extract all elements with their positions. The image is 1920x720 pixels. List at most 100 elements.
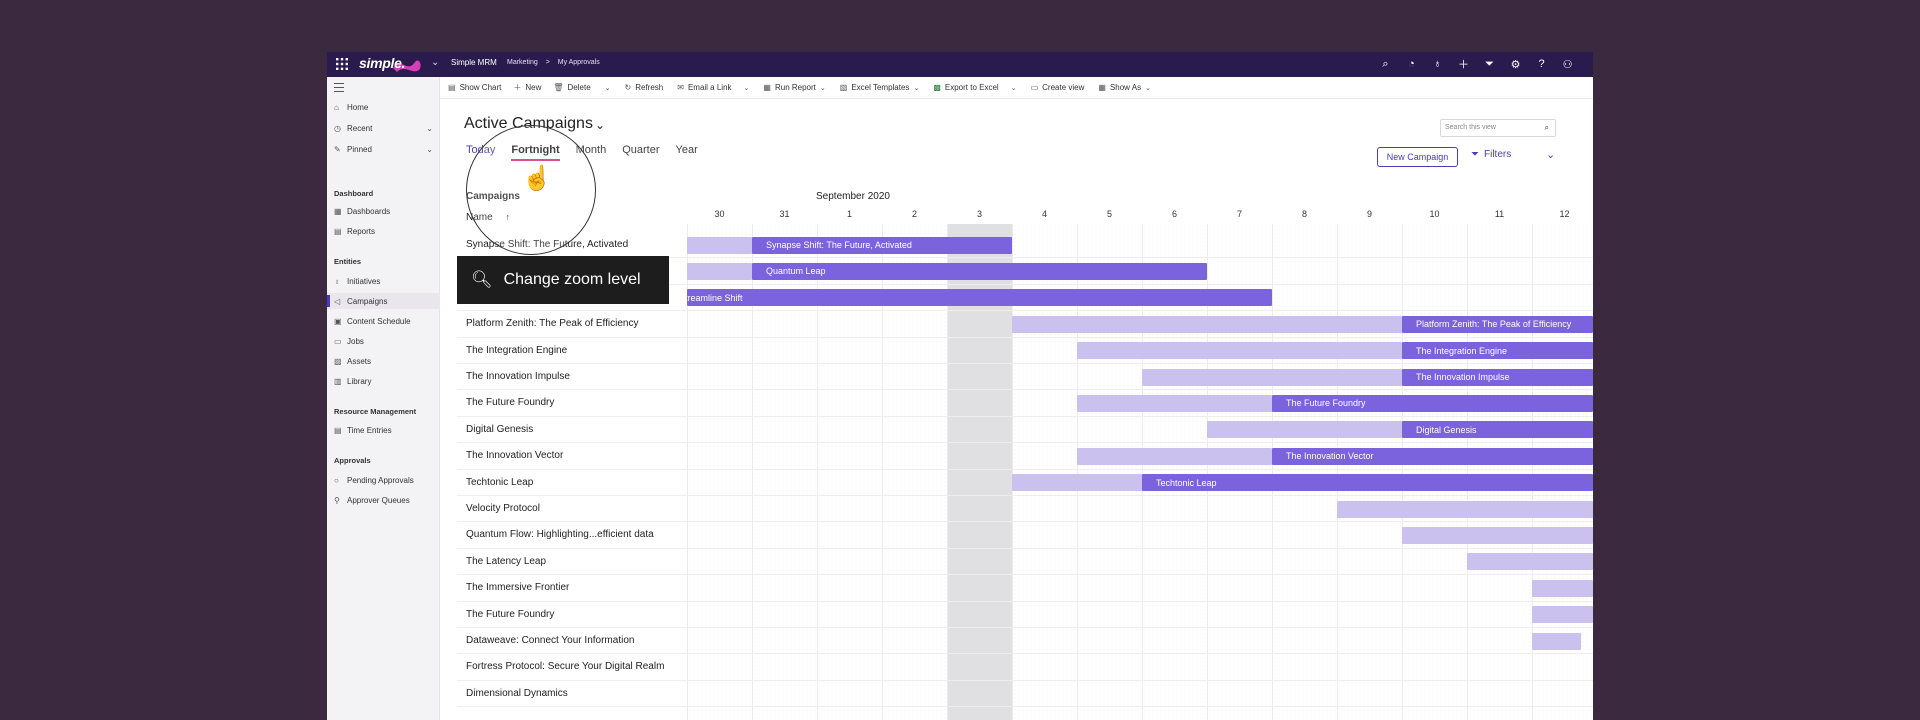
campaign-name[interactable]: The Future Foundry <box>466 609 554 620</box>
gantt-bar-planned[interactable] <box>1402 526 1593 544</box>
button-label: Create view <box>1042 83 1085 92</box>
gantt-bar-planned[interactable] <box>1532 632 1581 650</box>
run-report-button[interactable]: ▦ Run Report ⌄ <box>763 83 825 92</box>
table-row[interactable] <box>457 681 1593 708</box>
nav-item-pinned[interactable]: ✎ Pinned ⌄ <box>327 141 440 157</box>
breadcrumb-item[interactable]: Marketing <box>507 59 538 66</box>
nav-item-time-entries[interactable]: ▤ Time Entries <box>327 422 440 438</box>
search-icon[interactable]: ⌕ <box>1378 56 1393 72</box>
show-chart-button[interactable]: ▤ Show Chart <box>448 83 501 92</box>
gantt-bar-active[interactable]: Synapse Shift: The Future, Activated <box>752 236 1012 254</box>
gantt-bar-active[interactable]: The Innovation Vector <box>1272 447 1593 465</box>
gantt-bar-active[interactable]: Quantum Leap <box>752 262 1207 280</box>
filter-icon[interactable]: ⏷ <box>1482 56 1497 72</box>
tab-year[interactable]: Year <box>676 144 698 161</box>
table-row[interactable] <box>457 602 1593 628</box>
gantt-bar-planned[interactable] <box>1337 500 1593 518</box>
filters-button[interactable]: ⏷ Filters <box>1471 149 1511 160</box>
gantt-bar-label: Techtonic Leap <box>1156 477 1217 488</box>
campaign-name[interactable]: Platform Zenith: The Peak of Efficiency <box>466 318 639 329</box>
plus-icon[interactable]: ＋ <box>1456 56 1471 72</box>
campaign-name[interactable]: Quantum Flow: Highlighting...efficient d… <box>466 529 654 540</box>
campaign-name[interactable]: The Innovation Impulse <box>466 371 570 382</box>
nav-item-dashboards[interactable]: ▦ Dashboards <box>327 203 440 219</box>
campaign-name[interactable]: The Immersive Frontier <box>466 582 569 593</box>
table-row[interactable] <box>457 549 1593 576</box>
gantt-bar-planned[interactable] <box>687 236 752 254</box>
gantt-bar-planned[interactable] <box>1532 606 1593 624</box>
gantt-bar-planned[interactable] <box>1077 342 1402 360</box>
nav-item-approver-queues[interactable]: ⚲ Approver Queues <box>327 492 440 508</box>
chevron-down-icon[interactable]: ⌄ <box>426 145 433 154</box>
campaign-name[interactable]: The Latency Leap <box>466 556 546 567</box>
gantt-bar-planned[interactable] <box>1532 579 1593 597</box>
gantt-bar-planned[interactable] <box>1077 394 1272 412</box>
hamburger-icon[interactable] <box>334 83 344 92</box>
campaign-name[interactable]: The Integration Engine <box>466 345 567 356</box>
gantt-bar-active[interactable]: Platform Zenith: The Peak of Efficiency <box>1402 315 1593 333</box>
gantt-bar-planned[interactable] <box>1012 315 1402 333</box>
gantt-bar-planned[interactable] <box>1207 421 1402 439</box>
nav-item-recent[interactable]: ◷ Recent ⌄ <box>327 120 440 136</box>
settings-icon[interactable]: ⚙ <box>1508 56 1523 72</box>
gantt-bar-active[interactable]: Digital Genesis <box>1402 421 1593 439</box>
new-button[interactable]: ＋ New <box>513 82 541 93</box>
chevron-down-icon[interactable]: ⌄ <box>431 57 439 68</box>
gantt-bar-planned[interactable] <box>687 262 752 280</box>
chevron-down-icon[interactable]: ⌄ <box>744 84 750 92</box>
breadcrumb-item[interactable]: My Approvals <box>558 59 600 66</box>
nav-item-pending-approvals[interactable]: ○ Pending Approvals <box>327 472 440 488</box>
lightbulb-icon[interactable]: ♁ <box>1430 56 1445 72</box>
chevron-down-icon[interactable]: ⌄ <box>1546 148 1555 161</box>
show-as-button[interactable]: ▦ Show As ⌄ <box>1098 83 1151 92</box>
refresh-button[interactable]: ↻ Refresh <box>625 83 664 92</box>
user-icon[interactable]: ⚇ <box>1560 56 1575 72</box>
campaign-name[interactable]: Velocity Protocol <box>466 503 540 514</box>
gantt-bar-planned[interactable] <box>1012 474 1142 492</box>
nav-item-initiatives[interactable]: ♁ Initiatives <box>327 273 440 289</box>
tab-quarter[interactable]: Quarter <box>622 144 659 161</box>
app-name[interactable]: Simple MRM <box>451 58 497 67</box>
delete-button[interactable]: 🗑 Delete <box>553 83 590 92</box>
excel-templates-button[interactable]: ▧ Excel Templates ⌄ <box>840 83 920 92</box>
nav-item-content-schedule[interactable]: ▣ Content Schedule <box>327 313 440 329</box>
campaign-name[interactable]: Digital Genesis <box>466 424 533 435</box>
gantt-bar-planned[interactable] <box>1142 368 1402 386</box>
create-view-button[interactable]: ▭ Create view <box>1031 83 1085 92</box>
app-launcher-icon[interactable] <box>335 57 349 71</box>
campaign-name[interactable]: Dataweave: Connect Your Information <box>466 635 634 646</box>
circle-icon: ○ <box>334 475 339 485</box>
nav-item-reports[interactable]: ▤ Reports <box>327 223 440 239</box>
campaign-name[interactable]: The Future Foundry <box>466 397 554 408</box>
gantt-bar-active[interactable]: The Future Foundry <box>1272 394 1593 412</box>
search-icon[interactable]: ⌕ <box>1545 123 1549 133</box>
nav-item-assets[interactable]: ▨ Assets <box>327 353 440 369</box>
campaign-name[interactable]: The Innovation Vector <box>466 450 563 461</box>
campaign-name[interactable]: Fortress Protocol: Secure Your Digital R… <box>466 661 664 672</box>
gantt-bar-label: Quantum Leap <box>766 266 826 277</box>
nav-item-home[interactable]: ⌂ Home <box>327 99 440 115</box>
gantt-bar-active[interactable]: The Streamline Shift <box>687 289 1272 307</box>
new-campaign-button[interactable]: New Campaign <box>1377 147 1458 167</box>
gantt-bar-planned[interactable] <box>1077 447 1272 465</box>
gantt-bar-active[interactable]: The Integration Engine <box>1402 342 1593 360</box>
nav-item-library[interactable]: ▥ Library <box>327 373 440 389</box>
nav-item-campaigns[interactable]: ◁ Campaigns <box>327 293 440 309</box>
help-icon[interactable]: ? <box>1534 56 1549 72</box>
export-to-excel-button[interactable]: ▩ Export to Excel <box>933 83 998 92</box>
nav-item-jobs[interactable]: ▭ Jobs <box>327 333 440 349</box>
compass-icon[interactable]: ◔ <box>1404 56 1419 72</box>
campaign-name[interactable]: Techtonic Leap <box>466 477 533 488</box>
gantt-bar-planned[interactable] <box>1467 553 1593 571</box>
chevron-down-icon[interactable]: ⌄ <box>605 84 611 92</box>
campaign-name[interactable]: Dimensional Dynamics <box>466 688 568 699</box>
chevron-down-icon[interactable]: ⌄ <box>426 124 433 133</box>
chevron-down-icon[interactable]: ⌄ <box>1011 84 1017 92</box>
email-link-button[interactable]: ✉ Email a Link <box>677 83 731 92</box>
table-row[interactable] <box>457 575 1593 602</box>
search-input[interactable]: Search this view ⌕ <box>1440 119 1556 137</box>
app-window: simple. ⌄ Simple MRM Marketing > My Appr… <box>327 52 1593 720</box>
chevron-down-icon[interactable]: ⌄ <box>595 118 605 132</box>
gantt-bar-active[interactable]: The Innovation Impulse <box>1402 368 1593 386</box>
gantt-bar-active[interactable]: Techtonic Leap <box>1142 474 1593 492</box>
